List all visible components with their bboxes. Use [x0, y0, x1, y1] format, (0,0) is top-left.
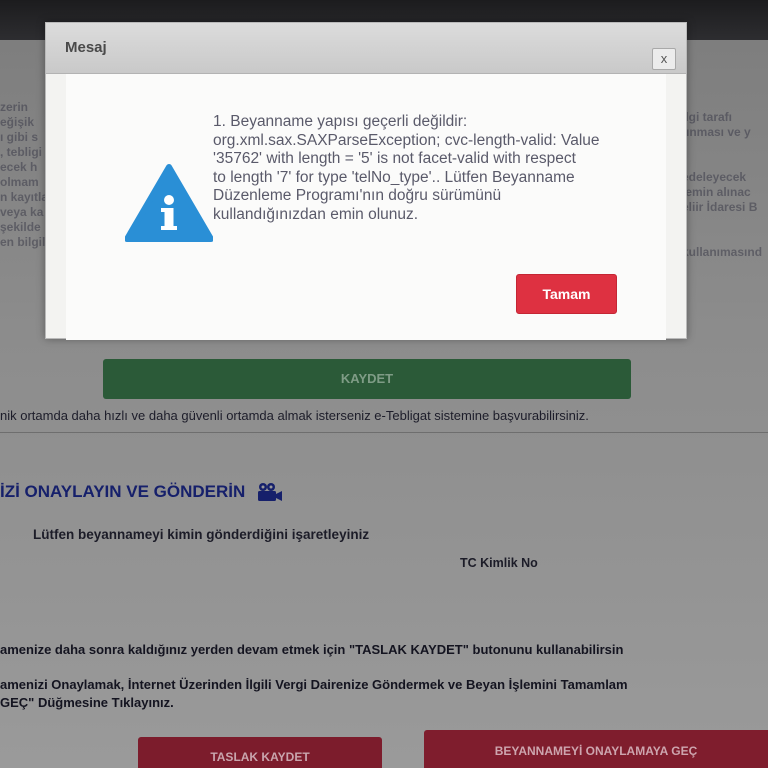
section-divider: [0, 432, 768, 433]
tc-kimlik-label: TC Kimlik No: [460, 556, 538, 570]
approve-info-text: amenizi Onaylamak, İnternet Üzerinden İl…: [0, 676, 768, 712]
dialog-header: Mesaj x: [46, 23, 686, 74]
sender-question-label: Lütfen beyannameyi kimin gönderdiğini iş…: [33, 527, 370, 542]
section-title: İZİ ONAYLAYIN VE GÖNDERİN: [0, 481, 283, 503]
approve-declaration-button[interactable]: BEYANNAMEYİ ONAYLAMAYA GEÇ: [424, 730, 768, 768]
etebligat-info-text: nik ortamda daha hızlı ve daha güvenli o…: [0, 408, 589, 423]
info-warning-icon: [124, 163, 214, 245]
approve-info-content: amenizi Onaylamak, İnternet Üzerinden İl…: [0, 677, 628, 710]
close-button[interactable]: x: [652, 48, 676, 70]
dialog-title: Mesaj: [65, 39, 107, 56]
message-dialog: Mesaj x 1. Beyanname yapısı geçerli deği…: [45, 22, 687, 340]
draft-save-button[interactable]: TASLAK KAYDET: [138, 737, 382, 768]
background-right-text: ilgi tarafı tınması ve y edeleyecek lemi…: [682, 110, 763, 259]
video-camera-icon[interactable]: [257, 482, 283, 502]
ok-button[interactable]: Tamam: [516, 274, 617, 314]
section-title-text: İZİ ONAYLAYIN VE GÖNDERİN: [0, 482, 246, 501]
dialog-message: 1. Beyanname yapısı geçerli değildir: or…: [213, 113, 600, 223]
draft-info-text: amenize daha sonra kaldığınız yerden dev…: [0, 642, 624, 657]
save-button[interactable]: KAYDET: [103, 359, 631, 399]
